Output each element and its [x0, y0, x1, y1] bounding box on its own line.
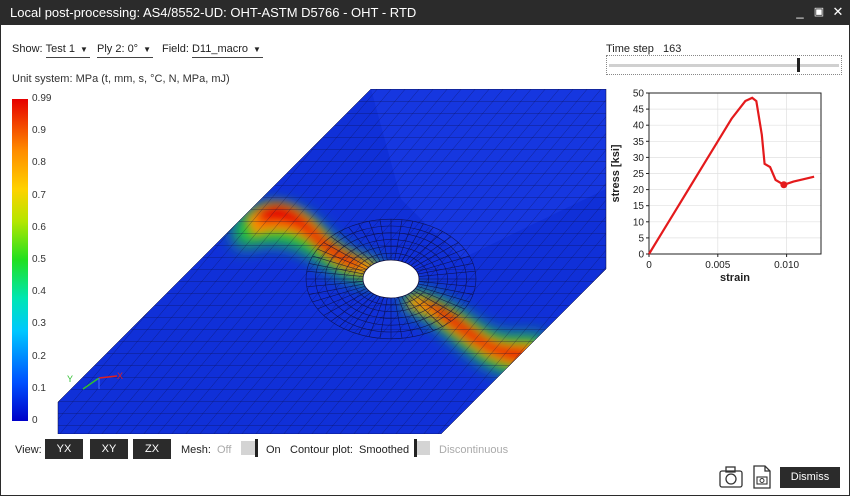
- contour-mesh-view[interactable]: Y X: [41, 89, 611, 434]
- time-step-label: Time step: [606, 43, 654, 55]
- plate-contour: [58, 89, 606, 434]
- y-tick-label: 40: [633, 121, 645, 132]
- field-value: D11_macro: [191, 43, 249, 55]
- mesh-off-label: Off: [217, 444, 232, 456]
- smoothed-label: Smoothed: [359, 444, 410, 456]
- window-title: Local post-processing: AS4/8552-UD: OHT-…: [10, 5, 417, 20]
- camera-icon[interactable]: [718, 464, 744, 490]
- close-button[interactable]: ✕: [829, 3, 847, 21]
- chevron-down-icon: ▼: [80, 45, 88, 54]
- export-image-icon[interactable]: [749, 464, 775, 490]
- show-label: Show:: [12, 43, 43, 55]
- y-tick-label: 50: [633, 89, 645, 100]
- time-step-readout: Time step 163: [606, 43, 681, 55]
- title-bar: Local post-processing: AS4/8552-UD: OHT-…: [1, 1, 849, 25]
- view-xy-button[interactable]: XY: [90, 439, 128, 459]
- y-tick-label: 5: [638, 233, 644, 244]
- y-tick-label: 0: [638, 250, 644, 261]
- stress-strain-chart: 0 5 10 15 20 25 30 35 40 45 50 0 0.005 0.010 strain str…: [610, 89, 822, 284]
- time-step-slider[interactable]: [606, 55, 842, 75]
- time-step-value: 163: [662, 43, 682, 55]
- y-tick-label: 15: [633, 201, 645, 212]
- x-axis-label: strain: [720, 272, 750, 284]
- y-tick-label: 25: [633, 169, 645, 180]
- y-tick-label: 10: [633, 217, 645, 228]
- y-tick-label: 45: [633, 105, 645, 116]
- dismiss-button[interactable]: Dismiss: [780, 467, 840, 488]
- mesh-label: Mesh:: [181, 444, 211, 456]
- x-tick-label: 0.010: [774, 260, 799, 271]
- x-tick-label: 0.005: [705, 260, 730, 271]
- field-dropdown[interactable]: Field: D11_macro ▼: [162, 43, 263, 58]
- mesh-on-label: On: [266, 444, 281, 456]
- color-scale-tick: 0: [32, 415, 38, 426]
- color-scale-bar: [12, 99, 28, 421]
- chevron-down-icon: ▼: [253, 45, 261, 54]
- y-axis-label: stress [ksi]: [610, 144, 622, 202]
- bottom-toolbar: View: YX XY ZX Mesh: Off On Contour plot…: [1, 439, 849, 463]
- current-point-marker: [780, 181, 788, 189]
- hole: [362, 259, 420, 299]
- triad-x-label: X: [117, 371, 123, 381]
- y-tick-label: 30: [633, 153, 645, 164]
- y-tick-label: 20: [633, 185, 645, 196]
- view-yx-button[interactable]: YX: [45, 439, 83, 459]
- triad-y-label: Y: [67, 374, 73, 384]
- view-zx-button[interactable]: ZX: [133, 439, 171, 459]
- mesh-toggle[interactable]: [241, 439, 258, 457]
- post-processing-window: Local post-processing: AS4/8552-UD: OHT-…: [0, 0, 850, 496]
- contour-toggle[interactable]: [414, 439, 430, 457]
- y-tick-label: 35: [633, 137, 645, 148]
- chevron-down-icon: ▼: [143, 45, 152, 54]
- maximize-button[interactable]: ▣: [810, 3, 828, 21]
- slider-track: [609, 64, 839, 67]
- unit-system-text: Unit system: MPa (t, mm, s, °C, N, MPa, …: [12, 73, 230, 85]
- discontinuous-label: Discontinuous: [439, 444, 509, 456]
- slider-thumb[interactable]: [796, 58, 800, 72]
- contour-label: Contour plot:: [290, 444, 353, 456]
- minimize-button[interactable]: _: [791, 3, 809, 21]
- stress-strain-line: [648, 96, 815, 255]
- view-label: View:: [15, 444, 42, 456]
- ply-dropdown[interactable]: Ply 2: 0° ▼: [97, 43, 154, 58]
- show-value: Test 1: [45, 43, 75, 55]
- x-tick-label: 0: [646, 260, 652, 271]
- show-dropdown[interactable]: Show: Test 1 ▼: [12, 43, 90, 58]
- field-label: Field:: [162, 43, 189, 55]
- ply-value: Ply 2: 0°: [97, 43, 139, 55]
